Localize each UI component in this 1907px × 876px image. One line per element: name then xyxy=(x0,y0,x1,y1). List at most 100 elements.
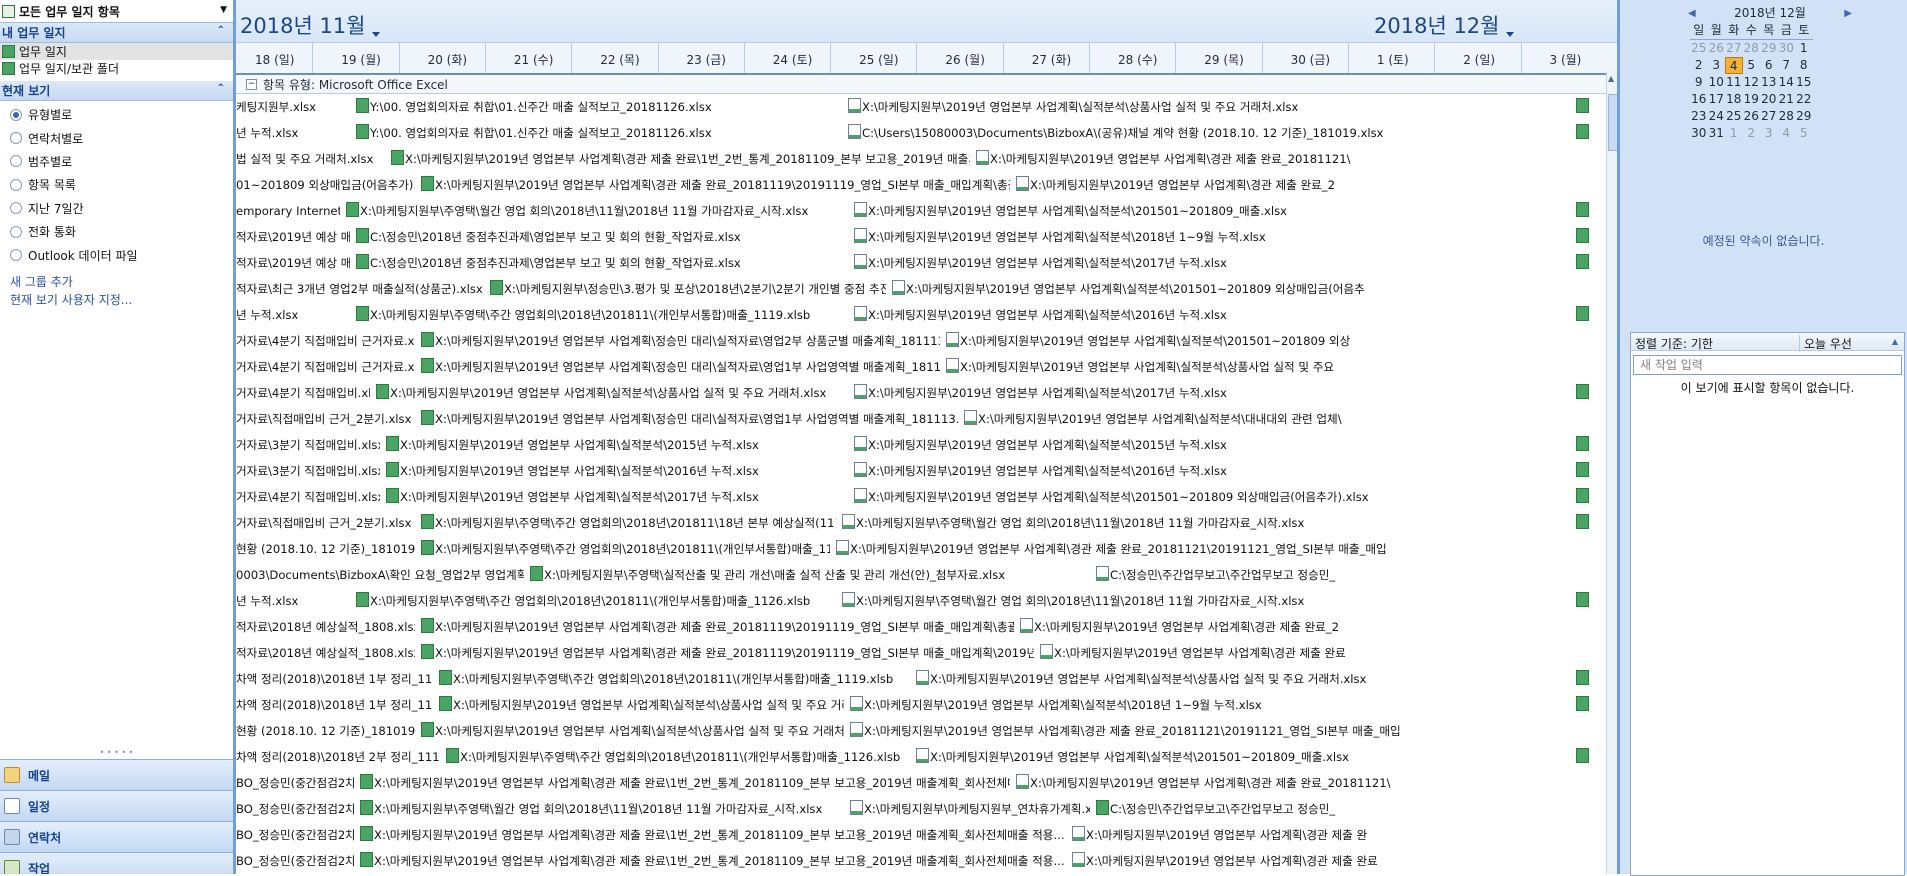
sort-order-label[interactable]: 오늘 우선 xyxy=(1799,335,1852,352)
journal-entry[interactable]: 적자료\2018년 예상실적_1808.xlsx xyxy=(236,644,415,663)
date-cell[interactable]: 29 xyxy=(1760,40,1778,57)
journal-entry[interactable]: 거자료\4분기 직접매입비.xlsx xyxy=(236,488,380,507)
radio-button[interactable] xyxy=(10,155,22,168)
journal-entry[interactable]: BO_정승민(중간점검2차).xlsx xyxy=(236,852,354,871)
journal-entry[interactable]: X:\마케팅지원부\2019년 영업본부 사업계획\실적분석\2018년 1~9… xyxy=(854,228,1570,247)
journal-entry[interactable]: 거자료\직접매입비 근거_2분기.xlsx xyxy=(236,410,415,429)
date-cell[interactable]: 25 xyxy=(1725,108,1743,125)
current-view-header[interactable]: 현재 보기 ⌃ xyxy=(0,81,233,101)
sort-up-icon[interactable]: ▲ xyxy=(1892,337,1898,346)
journal-entry[interactable]: C:\정승민\주간업무보고\주간업무보고 정승민_ xyxy=(1096,566,1590,585)
add-new-group-link[interactable]: 새 그룹 추가 xyxy=(0,273,233,291)
date-cell[interactable]: 27 xyxy=(1760,108,1778,125)
journal-entry[interactable]: X:\마케팅지원부\2019년 영업본부 사업계획\실적분석\상품사업 실적 및… xyxy=(848,98,1570,117)
day-column-header[interactable]: 26 (월) xyxy=(916,43,1003,73)
collapse-icon[interactable]: ⌃ xyxy=(217,25,225,36)
chevron-down-icon[interactable]: ▼ xyxy=(220,5,227,15)
date-cell[interactable]: 2 xyxy=(1743,125,1761,142)
journal-entry[interactable]: 0003\Documents\BizboxA\확인 요청_영업2부 영업계획_2… xyxy=(236,566,524,585)
journal-entry[interactable]: X:\마케팅지원부\2019년 영업본부 사업계획\실적분석\상품사업 실적 및… xyxy=(376,384,848,403)
folder-journal[interactable]: 업무 일지 xyxy=(0,43,233,60)
journal-entry[interactable]: X:\마케팅지원부\정승민\3.평가 및 포상\2018년\2분기\2분기 개인… xyxy=(490,280,886,299)
journal-entry[interactable] xyxy=(1576,514,1590,533)
journal-entry[interactable]: X:\마케팅지원부\2019년 영업본부 사업계획\경관 제출 완 xyxy=(1072,826,1590,845)
date-cell[interactable]: 23 xyxy=(1690,108,1708,125)
next-month-icon[interactable]: ▶ xyxy=(1844,5,1852,22)
radio-button[interactable] xyxy=(10,132,22,145)
journal-entry[interactable]: X:\마케팅지원부\2019년 영업본부 사업계획\경관 제출 완료_2 xyxy=(1016,176,1590,195)
mail-button[interactable]: 메일 xyxy=(0,759,233,790)
tasks-button[interactable]: 작업 xyxy=(0,852,233,874)
date-cell[interactable]: 21 xyxy=(1778,91,1796,108)
date-cell[interactable]: 9 xyxy=(1690,74,1708,91)
view-option[interactable]: 지난 7일간 xyxy=(0,197,233,220)
journal-entry[interactable]: 케팅지원부.xlsx xyxy=(236,98,350,117)
date-cell[interactable]: 7 xyxy=(1778,57,1796,74)
radio-button[interactable] xyxy=(10,225,22,238)
chevron-down-icon[interactable] xyxy=(1506,32,1514,37)
day-column-header[interactable]: 23 (금) xyxy=(657,43,745,73)
date-cell[interactable]: 17 xyxy=(1708,91,1726,108)
journal-entry[interactable]: X:\마케팅지원부\2019년 영업본부 사업계획\실적분석\201501~20… xyxy=(892,280,1590,299)
journal-entry[interactable]: X:\마케팅지원부\2019년 영업본부 사업계획\정승민 대리\실적자료\영업… xyxy=(421,410,958,429)
journal-entry[interactable]: 거자료\3분기 직접매입비.xlsx xyxy=(236,436,380,455)
journal-entry[interactable]: 년 누적.xlsx xyxy=(236,124,350,143)
journal-entry[interactable]: X:\마케팅지원부\2019년 영업본부 사업계획\실적분석\상품사업 실적 및… xyxy=(421,722,844,741)
pane-splitter[interactable]: • • • • • xyxy=(0,749,233,758)
vertical-scrollbar[interactable]: ▲ xyxy=(1606,72,1617,874)
day-column-header[interactable]: 21 (수) xyxy=(484,43,572,73)
journal-entry[interactable]: 01~201809 외상매입금(어음추가).xls xyxy=(236,176,415,195)
date-cell[interactable]: 31 xyxy=(1708,125,1726,142)
journal-entry[interactable]: 거자료\3분기 직접매입비.xlsx xyxy=(236,462,380,481)
folder-dropdown[interactable]: 모든 업무 일지 항목 ▼ xyxy=(0,0,233,23)
collapse-group-icon[interactable]: − xyxy=(246,78,257,90)
journal-entry[interactable]: 년 누적.xlsx xyxy=(236,306,350,325)
journal-entry[interactable]: X:\마케팅지원부\2019년 영업본부 사업계획\경관 제출 완료_20181… xyxy=(1016,774,1590,793)
task-list-header[interactable]: 정렬 기준: 기한 오늘 우선 ▲ xyxy=(1631,333,1904,352)
journal-entry[interactable]: 거자료\직접매입비 근거_2분기.xlsx xyxy=(236,514,415,533)
journal-entry[interactable]: C:\정승민\2018년 중점추진과제\영업본부 보고 및 회의 현황_작업자료… xyxy=(356,228,848,247)
date-cell[interactable]: 19 xyxy=(1743,91,1761,108)
journal-entry[interactable]: 거자료\4분기 직접매입비 근거자료.xlsx xyxy=(236,358,415,377)
journal-entry[interactable]: X:\마케팅지원부\2019년 영업본부 사업계획\실적분석\상품사업 실적 및… xyxy=(916,670,1570,689)
journal-entry[interactable]: X:\마케팅지원부\2019년 영업본부 사업계획\실적분석\2016년 누적.… xyxy=(854,306,1570,325)
day-column-header[interactable]: 25 (일) xyxy=(830,43,917,73)
view-option[interactable]: 전화 통화 xyxy=(0,220,233,243)
day-column-header[interactable]: 22 (목) xyxy=(571,43,658,73)
journal-entry[interactable]: X:\마케팅지원부\2019년 영업본부 사업계획\실적분석\201501~20… xyxy=(916,748,1570,767)
journal-entry[interactable]: X:\마케팅지원부\2019년 영업본부 사업계획\경관 제출 완료_2 xyxy=(1020,618,1590,637)
folder-journal-archive[interactable]: 업무 일지/보관 폴더 xyxy=(0,60,233,77)
journal-entry[interactable]: X:\마케팅지원부\2019년 영업본부 사업계획\경관 제출 완료\1번_2번… xyxy=(360,852,1066,871)
journal-entry[interactable]: X:\마케팅지원부\2019년 영업본부 사업계획\실적분석\상품사업 실적 및… xyxy=(439,696,844,715)
date-cell[interactable]: 8 xyxy=(1795,57,1813,74)
journal-entry[interactable]: X:\마케팅지원부\주영택\실적산출 및 관리 개선\매출 실적 산출 및 관리… xyxy=(530,566,1090,585)
journal-entry[interactable]: X:\마케팅지원부\주영택\월간 영업 회의\2018년\11월\2018년 1… xyxy=(842,514,1570,533)
date-cell[interactable]: 28 xyxy=(1743,40,1761,57)
journal-entry[interactable]: X:\마케팅지원부\2019년 영업본부 사업계획\경관 제출 완료_20181… xyxy=(976,150,1590,169)
day-column-header[interactable]: 2 (일) xyxy=(1434,43,1521,73)
journal-entry[interactable]: 차액 정리(2018)\2018년 2부 정리_1119.xlsx xyxy=(236,748,440,767)
journal-entry[interactable] xyxy=(1576,748,1590,767)
date-cell[interactable]: 27 xyxy=(1725,40,1743,57)
journal-entry[interactable]: BO_정승민(중간점검2차).xlsx xyxy=(236,800,354,819)
journal-entry[interactable]: 적자료\최근 3개년 영업2부 매출실적(상품군).xlsx xyxy=(236,280,484,299)
journal-entry[interactable]: C xyxy=(1576,384,1590,403)
scrollbar-thumb[interactable] xyxy=(1608,94,1617,151)
radio-button[interactable] xyxy=(10,178,22,191)
day-column-header[interactable]: 3 (월) xyxy=(1520,43,1608,73)
journal-entry[interactable]: X:\마케팅지원부\주영택\주간 영업회의\2018년\201811\(개인부서… xyxy=(446,748,910,767)
date-cell[interactable]: 1 xyxy=(1795,40,1813,57)
date-cell[interactable]: 30 xyxy=(1778,40,1796,57)
day-column-header[interactable]: 24 (토) xyxy=(743,43,831,73)
date-cell[interactable]: 29 xyxy=(1795,108,1813,125)
journal-entry[interactable]: X:\마케팅지원부\주영택\월간 영업 회의\2018년\11월\2018년 1… xyxy=(842,592,1570,611)
date-cell[interactable]: 26 xyxy=(1743,108,1761,125)
customize-current-view-link[interactable]: 현재 보기 사용자 지정... xyxy=(0,291,233,309)
journal-entry[interactable]: X:\마케팅지원부\2019년 영업본부 사업계획\경관 제출 완료 xyxy=(1072,852,1590,871)
view-option[interactable]: 항목 목록 xyxy=(0,173,233,196)
view-option[interactable]: 연락처별로 xyxy=(0,126,233,149)
view-option[interactable]: Outlook 데이터 파일 xyxy=(0,243,233,266)
journal-entry[interactable]: X:\마케팅지원부\2019년 영업본부 사업계획\실적분석\상품사업 실적 및… xyxy=(946,358,1590,377)
journal-entry[interactable]: C:\Users\15080003\Documents\BizboxA\(공유)… xyxy=(848,124,1570,143)
journal-entry[interactable]: 년 누적.xlsx xyxy=(236,592,350,611)
